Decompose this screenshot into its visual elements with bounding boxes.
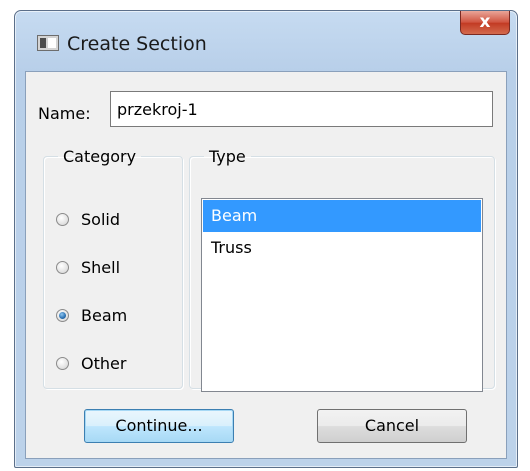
category-group: Category Solid Shell Beam Other — [43, 147, 183, 389]
radio-label-beam: Beam — [81, 305, 128, 325]
dialog-body: Name: Category Solid Shell Beam Other Ty… — [25, 71, 507, 459]
radio-button-checked-icon[interactable] — [56, 308, 69, 322]
category-legend: Category — [63, 147, 137, 166]
window-title: Create Section — [67, 33, 207, 55]
name-label: Name: — [38, 104, 91, 123]
type-list-item-beam[interactable]: Beam — [203, 200, 481, 232]
radio-label-other: Other — [81, 353, 127, 373]
type-list-item-truss[interactable]: Truss — [203, 232, 481, 264]
radio-beam[interactable]: Beam — [56, 304, 127, 326]
title-bar[interactable]: Create Section x — [15, 11, 517, 65]
radio-button-icon[interactable] — [56, 212, 69, 226]
window-app-icon — [37, 35, 59, 51]
radio-solid[interactable]: Solid — [56, 208, 120, 230]
cancel-button[interactable]: Cancel — [317, 409, 467, 443]
type-legend: Type — [209, 147, 246, 166]
name-input[interactable] — [110, 91, 493, 127]
radio-label-shell: Shell — [81, 257, 121, 277]
continue-button[interactable]: Continue... — [84, 409, 234, 443]
radio-button-icon[interactable] — [56, 260, 69, 274]
radio-shell[interactable]: Shell — [56, 256, 120, 278]
type-list[interactable]: Beam Truss — [201, 198, 483, 392]
radio-other[interactable]: Other — [56, 352, 126, 374]
type-group: Type Beam Truss — [189, 147, 495, 392]
create-section-dialog: Create Section x Name: Category Solid Sh… — [14, 10, 518, 468]
close-button[interactable]: x — [460, 11, 510, 35]
radio-button-icon[interactable] — [56, 356, 69, 370]
radio-label-solid: Solid — [81, 209, 120, 229]
